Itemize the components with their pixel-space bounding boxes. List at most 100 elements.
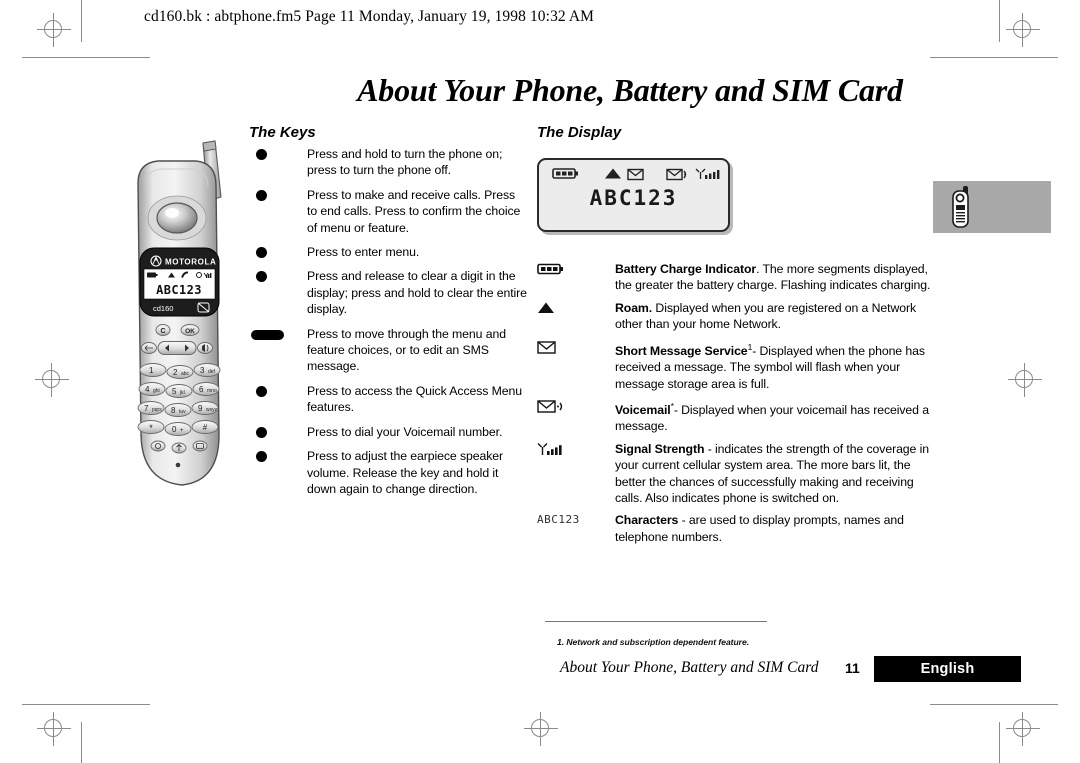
legend-text: Battery Charge Indicator. The more segme… — [615, 261, 932, 294]
svg-text:ghi: ghi — [153, 388, 160, 394]
page-title-text: About Your Phone, Battery and SIM Card — [357, 72, 903, 108]
svg-text:MOTOROLA: MOTOROLA — [165, 258, 216, 267]
footnote-rule — [545, 621, 767, 622]
phone-tab-icon — [949, 185, 975, 235]
key-bullet-navigation-rocker-icon — [249, 326, 307, 342]
side-tab — [933, 181, 1051, 233]
display-characters: ABC123 — [589, 186, 678, 210]
signal-strength-icon — [537, 441, 615, 459]
page-title: About Your Phone, Battery and SIM Card — [0, 72, 1080, 109]
legend-title: Voicemail — [615, 403, 671, 418]
key-bullet-volume-icon — [249, 448, 307, 464]
svg-text:def: def — [208, 369, 216, 375]
key-description: Press to adjust the earpiece speaker vol… — [307, 449, 503, 496]
footer-language-badge: English — [874, 656, 1021, 682]
signal-strength-icon — [695, 168, 720, 179]
svg-text:pqrs: pqrs — [152, 407, 162, 413]
key-bullet-voicemail-icon — [249, 424, 307, 440]
svg-text:8: 8 — [171, 406, 176, 415]
legend-row-sms: Short Message Service1- Displayed when t… — [537, 339, 932, 392]
svg-text:C: C — [160, 328, 165, 335]
roam-triangle-icon — [605, 168, 621, 179]
svg-text:5: 5 — [172, 387, 177, 396]
phone-display-bezel: MOTOROLA ABC123 cd160 — [139, 247, 220, 317]
legend-title: Signal Strength — [615, 441, 705, 456]
trim-line-bottom-right-horizontal — [930, 704, 1058, 705]
svg-text:abc: abc — [181, 371, 190, 377]
key-row: Press and release to clear a digit in th… — [249, 268, 527, 317]
running-header: cd160.bk : abtphone.fm5 Page 11 Monday, … — [144, 8, 595, 25]
trim-line-top-left-horizontal — [22, 57, 150, 58]
svg-text:tuv: tuv — [179, 409, 186, 415]
phone-earpiece — [147, 195, 207, 241]
svg-text:wxyz: wxyz — [206, 407, 218, 413]
legend-row-voicemail: Voicemail*- Displayed when your voicemai… — [537, 398, 932, 435]
svg-text:cd160: cd160 — [153, 304, 173, 313]
legend-title: Characters — [615, 513, 679, 528]
key-description: Press and hold to turn the phone on; pre… — [307, 147, 503, 178]
legend-row-signal: Signal Strength - indicates the strength… — [537, 441, 932, 507]
characters-icon: ABC123 — [537, 513, 580, 527]
voicemail-icon — [666, 168, 687, 181]
registration-mark-right-middle — [1008, 363, 1042, 397]
registration-mark-bottom-left — [37, 712, 71, 746]
key-row: Press to make and receive calls. Press t… — [249, 187, 527, 236]
key-description: Press to dial your Voicemail number. — [307, 424, 503, 439]
legend-title: Short Message Service — [615, 343, 748, 358]
keys-description-list: Press and hold to turn the phone on; pre… — [249, 146, 527, 505]
svg-text:OK: OK — [185, 328, 195, 335]
display-diagram: ABC123 — [537, 158, 730, 232]
key-row: Press to access the Quick Access Menu fe… — [249, 383, 527, 416]
trim-line-top-right-vertical — [999, 0, 1000, 42]
legend-row-battery: Battery Charge Indicator. The more segme… — [537, 261, 932, 294]
footer-chapter-title: About Your Phone, Battery and SIM Card — [560, 659, 819, 676]
key-description: Press and release to clear a digit in th… — [307, 269, 527, 317]
battery-icon — [552, 168, 578, 179]
trim-line-bottom-left-vertical — [81, 722, 82, 763]
voicemail-icon — [537, 398, 615, 416]
registration-mark-bottom-center — [524, 712, 558, 746]
registration-mark-bottom-right — [1006, 712, 1040, 746]
key-row: Press and hold to turn the phone on; pre… — [249, 146, 527, 179]
registration-mark-left-middle — [35, 363, 69, 397]
legend-text: Voicemail*- Displayed when your voicemai… — [615, 398, 932, 435]
display-status-icons — [539, 166, 728, 182]
svg-text:1: 1 — [149, 366, 154, 375]
key-bullet-menu-icon — [249, 244, 307, 260]
key-description: Press to enter menu. — [307, 245, 420, 260]
key-row: Press to move through the menu and featu… — [249, 326, 527, 375]
key-row: Press to dial your Voicemail number. — [249, 424, 527, 440]
key-row: Press to adjust the earpiece speaker vol… — [249, 448, 527, 497]
legend-body: Displayed when you are registered on a N… — [615, 300, 917, 332]
svg-text:9: 9 — [198, 404, 203, 413]
svg-text:0: 0 — [172, 425, 177, 434]
key-description: Press to access the Quick Access Menu fe… — [307, 383, 523, 415]
registration-mark-top-right — [1006, 13, 1040, 47]
registration-mark-top-left — [37, 13, 71, 47]
section-heading-keys: The Keys — [249, 124, 316, 141]
trim-line-bottom-left-horizontal — [22, 704, 150, 705]
key-bullet-quick-access-icon — [249, 383, 307, 399]
legend-title: Roam. — [615, 300, 653, 315]
legend-text: Roam. Displayed when you are registered … — [615, 300, 932, 333]
svg-text:3: 3 — [200, 366, 205, 375]
key-description: Press to make and receive calls. Press t… — [307, 187, 521, 235]
trim-line-top-left-vertical — [81, 0, 82, 42]
footer-page-number: 11 — [845, 660, 860, 676]
svg-text:7: 7 — [144, 404, 149, 413]
envelope-icon — [537, 339, 615, 357]
key-row: Press to enter menu. — [249, 244, 527, 260]
svg-text:#: # — [203, 423, 208, 432]
display-legend-list: Battery Charge Indicator. The more segme… — [537, 261, 932, 551]
legend-text: Characters - are used to display prompts… — [615, 512, 932, 545]
envelope-icon — [627, 168, 644, 181]
svg-text:ABC123: ABC123 — [156, 283, 202, 297]
svg-text:6: 6 — [199, 385, 204, 394]
section-heading-display: The Display — [537, 124, 622, 141]
trim-line-top-right-horizontal — [930, 57, 1058, 58]
svg-text:4: 4 — [145, 385, 150, 394]
trim-line-bottom-right-vertical — [999, 722, 1000, 763]
battery-icon — [537, 261, 615, 279]
legend-text: Short Message Service1- Displayed when t… — [615, 339, 932, 392]
roam-triangle-icon — [537, 300, 615, 318]
